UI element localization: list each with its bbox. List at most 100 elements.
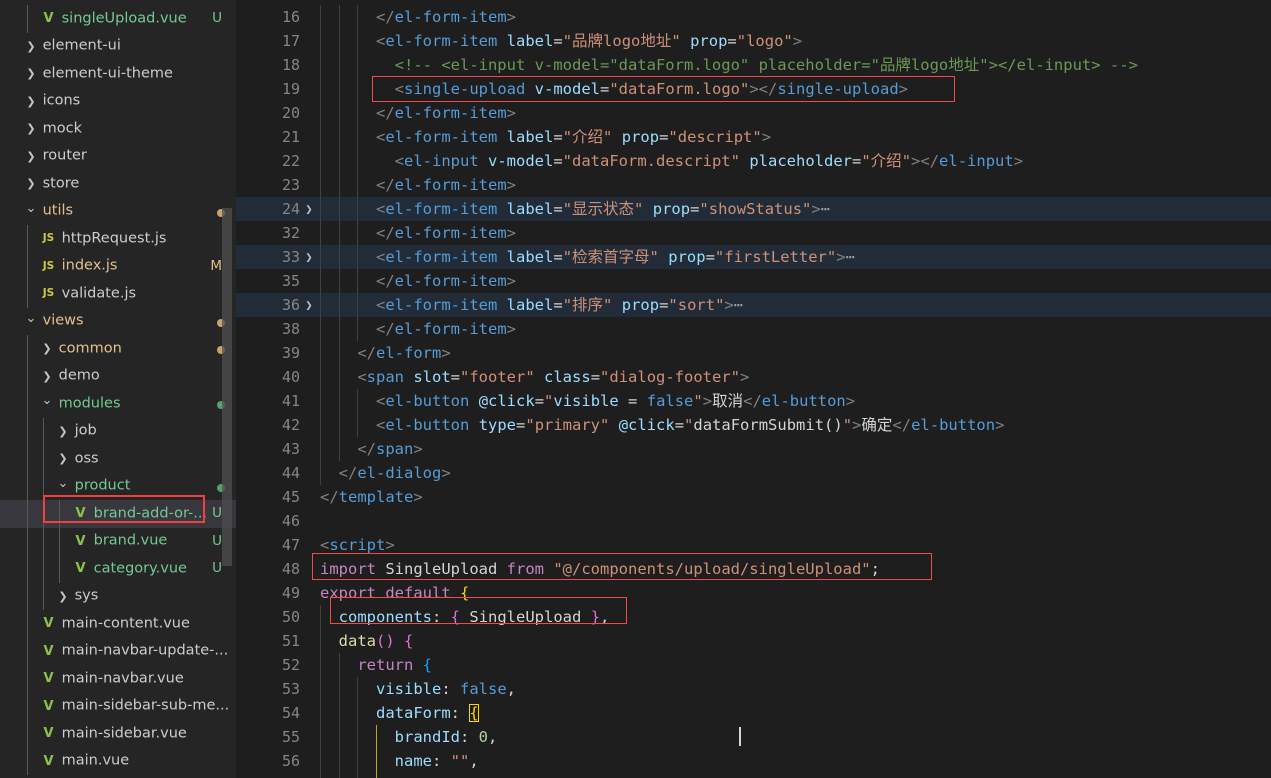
code-token: <: [357, 368, 367, 386]
code-line[interactable]: 18 <!-- <el-input v-model="dataForm.logo…: [236, 53, 1271, 77]
code-line[interactable]: 43 </span>: [236, 437, 1271, 461]
code-line[interactable]: 57 logo: "": [236, 773, 1271, 778]
chevron-down-icon[interactable]: ⌄: [24, 195, 38, 223]
chevron-down-icon[interactable]: ⌄: [56, 470, 70, 498]
tree-item-content: ❯ sys: [0, 588, 98, 604]
code-line[interactable]: 44 </el-dialog>: [236, 461, 1271, 485]
code-line[interactable]: 54 dataForm: {: [236, 701, 1271, 725]
tree-item-common[interactable]: ❯ common: [0, 335, 236, 363]
fold-arrow-icon[interactable]: ❯: [302, 245, 316, 269]
code-line[interactable]: 38 </el-form-item>: [236, 317, 1271, 341]
tree-item-sys[interactable]: ❯ sys: [0, 582, 236, 610]
code-token: el-form-item: [394, 104, 507, 122]
code-line[interactable]: 50 components: { SingleUpload },: [236, 605, 1271, 629]
code-line[interactable]: 23 </el-form-item>: [236, 173, 1271, 197]
tree-item-views[interactable]: ⌄ views: [0, 308, 236, 336]
tree-item-main-sidebar-vue[interactable]: V main-sidebar.vue: [0, 720, 236, 748]
code-token: }: [590, 608, 601, 626]
chevron-right-icon[interactable]: ❯: [24, 170, 38, 198]
tree-item-store[interactable]: ❯ store: [0, 170, 236, 198]
code-line[interactable]: 22 <el-input v-model="dataForm.descript"…: [236, 149, 1271, 173]
code-line[interactable]: 55 brandId: 0,: [236, 725, 1271, 749]
sidebar-scrollbar[interactable]: [222, 208, 232, 566]
tree-item-content: ⌄ views: [0, 311, 84, 329]
code-line[interactable]: 17 <el-form-item label="品牌logo地址" prop="…: [236, 29, 1271, 53]
chevron-right-icon[interactable]: ❯: [24, 33, 38, 61]
tree-item-product[interactable]: ⌄ product: [0, 470, 236, 500]
fold-arrow-icon[interactable]: ❯: [302, 197, 316, 221]
tree-item-mock[interactable]: ❯ mock: [0, 115, 236, 143]
code-line[interactable]: 21 <el-form-item label="介绍" prop="descri…: [236, 125, 1271, 149]
code-token: ": [649, 248, 659, 266]
code-token: >: [724, 296, 734, 314]
code-editor[interactable]: 16 </el-form-item> 17 <el-form-item label…: [236, 5, 1271, 778]
tree-item-main-navbar-vue[interactable]: V main-navbar.vue: [0, 665, 236, 693]
tree-item-main-content-vue[interactable]: V main-content.vue: [0, 610, 236, 638]
code-line[interactable]: 35 </el-form-item>: [236, 269, 1271, 293]
tree-item-element-ui-theme[interactable]: ❯ element-ui-theme: [0, 60, 236, 88]
code-line[interactable]: 53 visible: false,: [236, 677, 1271, 701]
tree-item-job[interactable]: ❯ job: [0, 417, 236, 446]
tree-item-validate-js[interactable]: JS validate.js: [0, 280, 236, 308]
tree-item-singleupload-vue[interactable]: V singleUpload.vue U: [0, 5, 236, 33]
code-line[interactable]: 42 <el-button type="primary" @click="dat…: [236, 413, 1271, 437]
code-line[interactable]: 49 export default {: [236, 581, 1271, 605]
code-text: </span>: [320, 437, 422, 461]
code-line[interactable]: 41 <el-button @click="visible = false">取…: [236, 389, 1271, 413]
code-line[interactable]: 16 </el-form-item>: [236, 5, 1271, 29]
tree-item-main-navbar-update[interactable]: V main-navbar-update-...: [0, 637, 236, 665]
tree-item-brand-vue[interactable]: V brand.vue U: [0, 527, 236, 555]
code-line[interactable]: 32 </el-form-item>: [236, 221, 1271, 245]
code-line[interactable]: 56 name: "",: [236, 749, 1271, 773]
tree-item-index-js[interactable]: JS index.js M: [0, 252, 236, 280]
tree-item-label: validate.js: [61, 285, 137, 301]
code-line[interactable]: 39 </el-form>: [236, 341, 1271, 365]
chevron-right-icon[interactable]: ❯: [24, 143, 38, 171]
tree-item-brand-add-or[interactable]: V brand-add-or-... U: [0, 500, 236, 528]
tree-item-main-vue[interactable]: V main.vue: [0, 747, 236, 775]
tree-item-demo[interactable]: ❯ demo: [0, 362, 236, 391]
code-line[interactable]: 45 </template>: [236, 485, 1271, 509]
code-line[interactable]: 36 ❯ <el-form-item label="排序" prop="sort"…: [236, 293, 1271, 317]
chevron-down-icon[interactable]: ⌄: [40, 387, 54, 415]
tree-item-router[interactable]: ❯ router: [0, 143, 236, 171]
code-line[interactable]: 51 data() {: [236, 629, 1271, 653]
tree-item-main-sidebar-sub-me[interactable]: V main-sidebar-sub-me...: [0, 692, 236, 720]
code-line[interactable]: 48 import SingleUpload from "@/components…: [236, 557, 1271, 581]
tree-item-httprequest-js[interactable]: JS httpRequest.js: [0, 225, 236, 253]
chevron-right-icon[interactable]: ❯: [24, 115, 38, 143]
code-line[interactable]: 20 </el-form-item>: [236, 101, 1271, 125]
chevron-down-icon[interactable]: ⌄: [24, 305, 38, 333]
code-line[interactable]: 52 return {: [236, 653, 1271, 677]
line-number: 50: [281, 608, 300, 626]
tree-item-oss[interactable]: ❯ oss: [0, 445, 236, 473]
tree-item-modules[interactable]: ⌄ modules: [0, 390, 236, 418]
chevron-right-icon[interactable]: ❯: [24, 60, 38, 88]
tree-item-element-ui[interactable]: ❯ element-ui: [0, 33, 236, 61]
code-token: ,: [469, 752, 479, 770]
code-line[interactable]: 33 ❯ <el-form-item label="检索首字母" prop="fi…: [236, 245, 1271, 269]
tree-item-icons[interactable]: ❯ icons: [0, 88, 236, 116]
chevron-right-icon[interactable]: ❯: [24, 88, 38, 116]
tree-item-utils[interactable]: ⌄ utils: [0, 198, 236, 226]
chevron-right-icon[interactable]: ❯: [56, 445, 70, 473]
chevron-right-icon[interactable]: ❯: [40, 363, 54, 391]
code-text: brandId: 0,: [320, 725, 498, 749]
code-text: </el-form-item>: [320, 269, 516, 293]
code-line[interactable]: 47 <script>: [236, 533, 1271, 557]
code-line[interactable]: 24 ❯ <el-form-item label="显示状态" prop="sho…: [236, 197, 1271, 221]
chevron-right-icon[interactable]: ❯: [56, 583, 70, 611]
fold-arrow-icon[interactable]: ❯: [302, 293, 316, 317]
code-line[interactable]: 19 <single-upload v-model="dataForm.logo…: [236, 77, 1271, 101]
code-token: =: [553, 248, 563, 266]
code-line[interactable]: 46: [236, 509, 1271, 533]
code-line[interactable]: 40 <span slot="footer" class="dialog-foo…: [236, 365, 1271, 389]
file-explorer-sidebar[interactable]: V singleUpload.vue U ❯ element-ui ❯ element…: [0, 5, 236, 778]
chevron-right-icon[interactable]: ❯: [40, 335, 54, 363]
chevron-right-icon[interactable]: ❯: [56, 418, 70, 446]
tree-item-category-vue[interactable]: V category.vue U: [0, 555, 236, 583]
